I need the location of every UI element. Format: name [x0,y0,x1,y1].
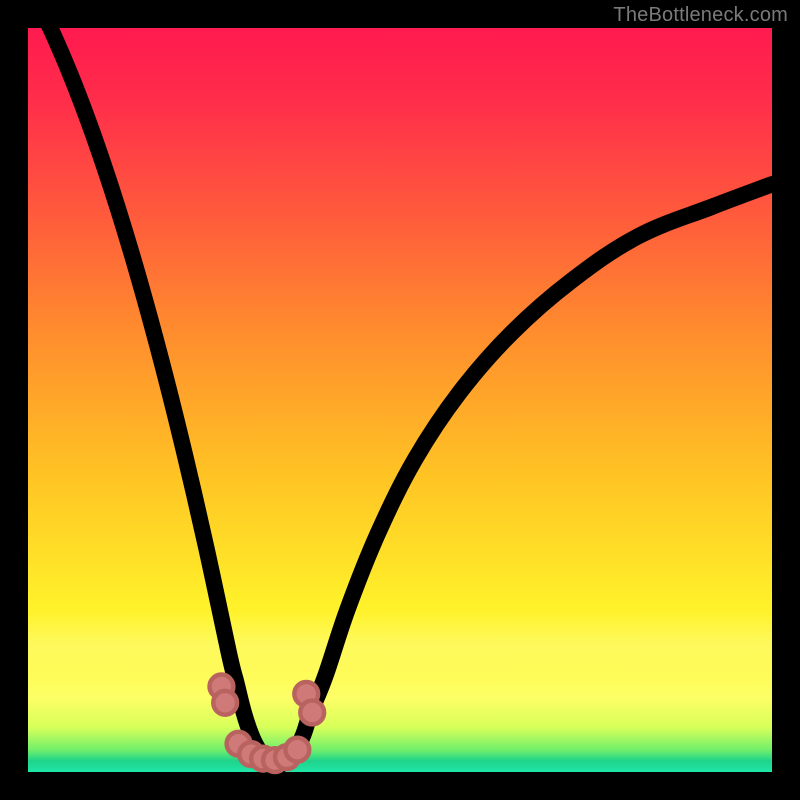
watermark-text: TheBottleneck.com [613,4,788,27]
curve-layer [28,28,772,772]
marker-dot [213,691,237,715]
marker-dot [285,738,309,762]
bottleneck-curve [28,0,772,766]
marker-dot [300,701,324,725]
chart-canvas: TheBottleneck.com [0,0,800,800]
marker-group [210,675,325,772]
plot-area [28,28,772,772]
